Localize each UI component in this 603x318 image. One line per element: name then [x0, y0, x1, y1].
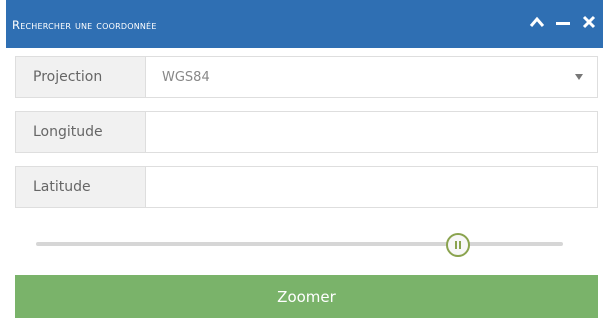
chevron-up-icon[interactable] [529, 14, 545, 30]
longitude-label: Longitude [16, 112, 146, 152]
minimize-icon[interactable] [555, 14, 571, 30]
close-icon[interactable] [581, 14, 597, 30]
latitude-row: Latitude [15, 166, 598, 208]
window-controls [529, 14, 597, 30]
zoom-slider-track[interactable] [36, 242, 563, 246]
projection-label: Projection [16, 57, 146, 97]
longitude-field-wrap [146, 112, 597, 152]
zoom-slider-thumb[interactable] [445, 233, 470, 257]
window-title: Rechercher une coordonnée [12, 18, 157, 32]
longitude-row: Longitude [15, 111, 598, 153]
latitude-field-wrap [146, 167, 597, 207]
chevron-down-icon [575, 74, 583, 80]
projection-row: Projection WGS84 [15, 56, 598, 98]
latitude-label: Latitude [16, 167, 146, 207]
window-title-bar: Rechercher une coordonnée [6, 0, 603, 48]
projection-select[interactable]: WGS84 [146, 57, 597, 97]
projection-select-value: WGS84 [162, 69, 210, 85]
longitude-input[interactable] [146, 112, 597, 152]
latitude-input[interactable] [146, 167, 597, 207]
zoom-button[interactable]: Zoomer [15, 275, 598, 318]
